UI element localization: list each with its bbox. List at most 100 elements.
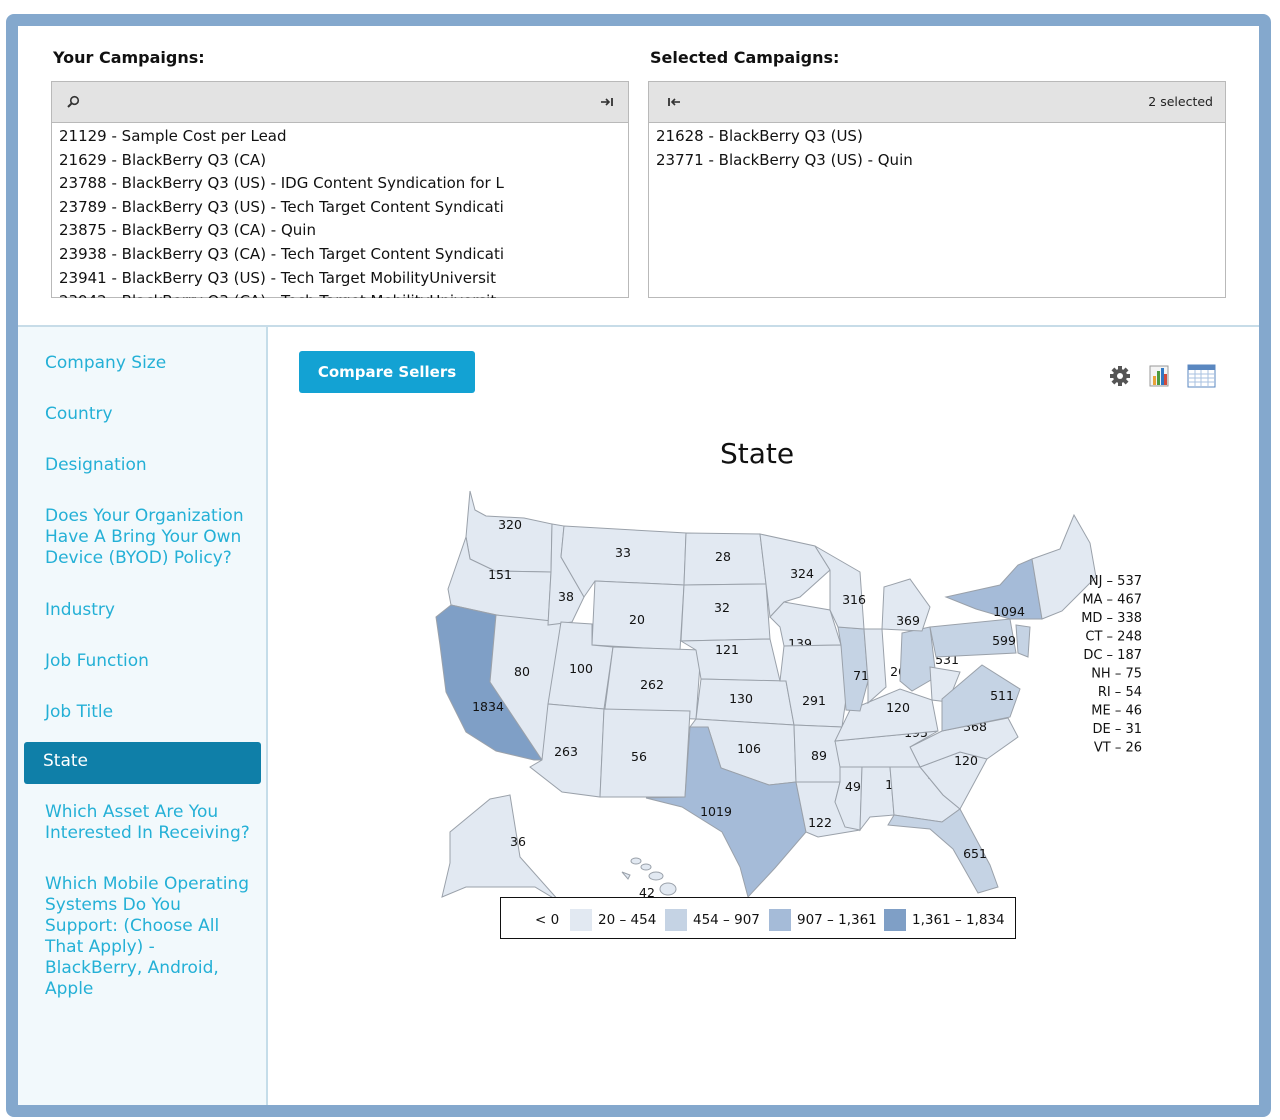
state-value-ky: 120 xyxy=(886,700,910,715)
us-state-map: 320 151 1834 80 38 33 20 100 262 263 56 28 32 121 130 1… xyxy=(435,490,1142,903)
state-value-or: 151 xyxy=(488,567,512,582)
legend-label: 907 – 1,361 xyxy=(797,912,877,928)
state-value-id: 38 xyxy=(558,589,574,604)
legend-item-2: 454 – 907 xyxy=(665,909,760,931)
state-value-ok: 106 xyxy=(737,741,761,756)
state-value-fl: 651 xyxy=(963,846,987,861)
legend-swatch xyxy=(884,909,906,931)
legend-swatch xyxy=(665,909,687,931)
small-state-label: VT – 26 xyxy=(1094,741,1142,756)
sidebar-item-company-size[interactable]: Company Size xyxy=(45,353,250,374)
sidebar-item-designation[interactable]: Designation xyxy=(45,455,250,476)
campaign-option[interactable]: 21629 - BlackBerry Q3 (CA) xyxy=(59,149,628,173)
selected-campaign-option[interactable]: 21628 - BlackBerry Q3 (US) xyxy=(656,125,1225,149)
selected-campaign-option[interactable]: 23771 - BlackBerry Q3 (US) - Quin xyxy=(656,149,1225,173)
state-value-wy: 20 xyxy=(629,612,645,627)
app-frame: Your Campaigns: 21129 - Sample Cost per … xyxy=(6,14,1271,1117)
main-panel: Compare Sellers State 320 151 1834 80 38… xyxy=(270,327,1259,1105)
map-legend: < 0 20 – 454 454 – 907 907 – 1,361 1,361… xyxy=(500,897,1016,939)
selected-campaigns-title: Selected Campaigns: xyxy=(650,48,840,67)
small-state-label: MD – 338 xyxy=(1081,611,1142,626)
sidebar-item-byod-policy[interactable]: Does Your Organization Have A Bring Your… xyxy=(45,506,250,569)
state-hi-island[interactable] xyxy=(630,857,642,865)
state-hi-island[interactable] xyxy=(659,882,677,896)
your-campaigns-list[interactable]: 21129 - Sample Cost per Lead 21629 - Blac… xyxy=(51,81,629,298)
state-value-ar: 89 xyxy=(811,748,827,763)
sidebar-item-state[interactable]: State xyxy=(24,742,261,784)
your-campaigns-items: 21129 - Sample Cost per Lead 21629 - Blac… xyxy=(52,123,628,298)
state-value-ks: 130 xyxy=(729,691,753,706)
small-state-label: NH – 75 xyxy=(1091,667,1142,682)
sidebar-item-job-function[interactable]: Job Function xyxy=(45,651,250,672)
state-hi-island[interactable] xyxy=(648,871,664,881)
state-value-nm: 56 xyxy=(631,749,647,764)
your-campaigns-toolbar xyxy=(52,82,628,123)
campaign-option[interactable]: 23875 - BlackBerry Q3 (CA) - Quin xyxy=(59,219,628,243)
state-value-pa: 599 xyxy=(992,633,1016,648)
campaign-option[interactable]: 23788 - BlackBerry Q3 (US) - IDG Content… xyxy=(59,172,628,196)
state-value-ne: 121 xyxy=(715,642,739,657)
state-value-wa: 320 xyxy=(498,517,522,532)
state-hi[interactable] xyxy=(621,871,631,880)
selected-campaigns-toolbar: 2 selected xyxy=(649,82,1225,123)
state-value-ut: 100 xyxy=(569,661,593,676)
small-state-label: CT – 248 xyxy=(1085,630,1142,645)
selected-campaigns-list[interactable]: 2 selected 21628 - BlackBerry Q3 (US) 237… xyxy=(648,81,1226,298)
state-value-tx: 1019 xyxy=(700,804,732,819)
state-hi-island[interactable] xyxy=(640,863,652,871)
selected-campaigns-items: 21628 - BlackBerry Q3 (US) 23771 - BlackB… xyxy=(649,123,1225,298)
sidebar-item-asset-interest[interactable]: Which Asset Are You Interested In Receiv… xyxy=(45,802,250,844)
legend-swatch xyxy=(769,909,791,931)
selected-count: 2 selected xyxy=(1148,94,1213,109)
campaign-option[interactable]: 23942 - BlackBerry Q3 (CA) - Tech Target… xyxy=(59,290,628,298)
sidebar-item-job-title[interactable]: Job Title xyxy=(45,702,250,723)
legend-label: < 0 xyxy=(535,912,560,928)
state-value-sd: 32 xyxy=(714,600,730,615)
small-state-label: MA – 467 xyxy=(1082,593,1142,608)
legend-label: 454 – 907 xyxy=(693,912,760,928)
state-value-la: 122 xyxy=(808,815,832,830)
state-value-ca: 1834 xyxy=(472,699,504,714)
legend-swatch xyxy=(570,909,592,931)
small-state-label: DC – 187 xyxy=(1083,648,1142,663)
campaign-selector: Your Campaigns: 21129 - Sample Cost per … xyxy=(18,26,1259,326)
move-all-right-icon[interactable] xyxy=(600,95,614,109)
state-value-mo: 291 xyxy=(802,693,826,708)
state-value-ak: 36 xyxy=(510,834,526,849)
legend-label: 1,361 – 1,834 xyxy=(912,912,1005,928)
legend-item-lt0: < 0 xyxy=(535,909,559,931)
campaign-option[interactable]: 23941 - BlackBerry Q3 (US) - Tech Target… xyxy=(59,267,628,291)
campaign-option[interactable]: 23938 - BlackBerry Q3 (CA) - Tech Target… xyxy=(59,243,628,267)
small-state-label: NJ – 537 xyxy=(1089,574,1142,589)
state-value-az: 263 xyxy=(554,744,578,759)
state-ak[interactable] xyxy=(441,794,561,903)
state-value-mn: 324 xyxy=(790,566,814,581)
campaign-option[interactable]: 23789 - BlackBerry Q3 (US) - Tech Target… xyxy=(59,196,628,220)
legend-item-4: 1,361 – 1,834 xyxy=(884,909,1005,931)
small-state-label: RI – 54 xyxy=(1098,685,1142,700)
legend-label: 20 – 454 xyxy=(598,912,657,928)
state-value-ny: 1094 xyxy=(993,604,1025,619)
state-value-va: 511 xyxy=(990,688,1014,703)
state-value-nv: 80 xyxy=(514,664,530,679)
sidebar-item-industry[interactable]: Industry xyxy=(45,600,250,621)
state-value-wi: 316 xyxy=(842,592,866,607)
campaign-option[interactable]: 21129 - Sample Cost per Lead xyxy=(59,125,628,149)
sidebar-item-country[interactable]: Country xyxy=(45,404,250,425)
attribute-sidebar: Company Size Country Designation Does Yo… xyxy=(18,327,268,1105)
your-campaigns-title: Your Campaigns: xyxy=(53,48,205,67)
small-state-label: DE – 31 xyxy=(1092,722,1142,737)
state-value-mi: 369 xyxy=(896,613,920,628)
state-value-ms: 49 xyxy=(845,779,861,794)
state-value-mt: 33 xyxy=(615,545,631,560)
move-all-left-icon[interactable] xyxy=(667,95,681,109)
small-state-label: ME – 46 xyxy=(1091,704,1142,719)
legend-item-3: 907 – 1,361 xyxy=(769,909,877,931)
state-nj[interactable] xyxy=(1015,624,1031,658)
state-value-nd: 28 xyxy=(715,549,731,564)
state-in[interactable] xyxy=(863,628,887,705)
search-icon[interactable] xyxy=(66,95,80,109)
state-value-co: 262 xyxy=(640,677,664,692)
sidebar-item-mobile-os[interactable]: Which Mobile Operating Systems Do You Su… xyxy=(45,874,250,1000)
legend-item-1: 20 – 454 xyxy=(570,909,656,931)
